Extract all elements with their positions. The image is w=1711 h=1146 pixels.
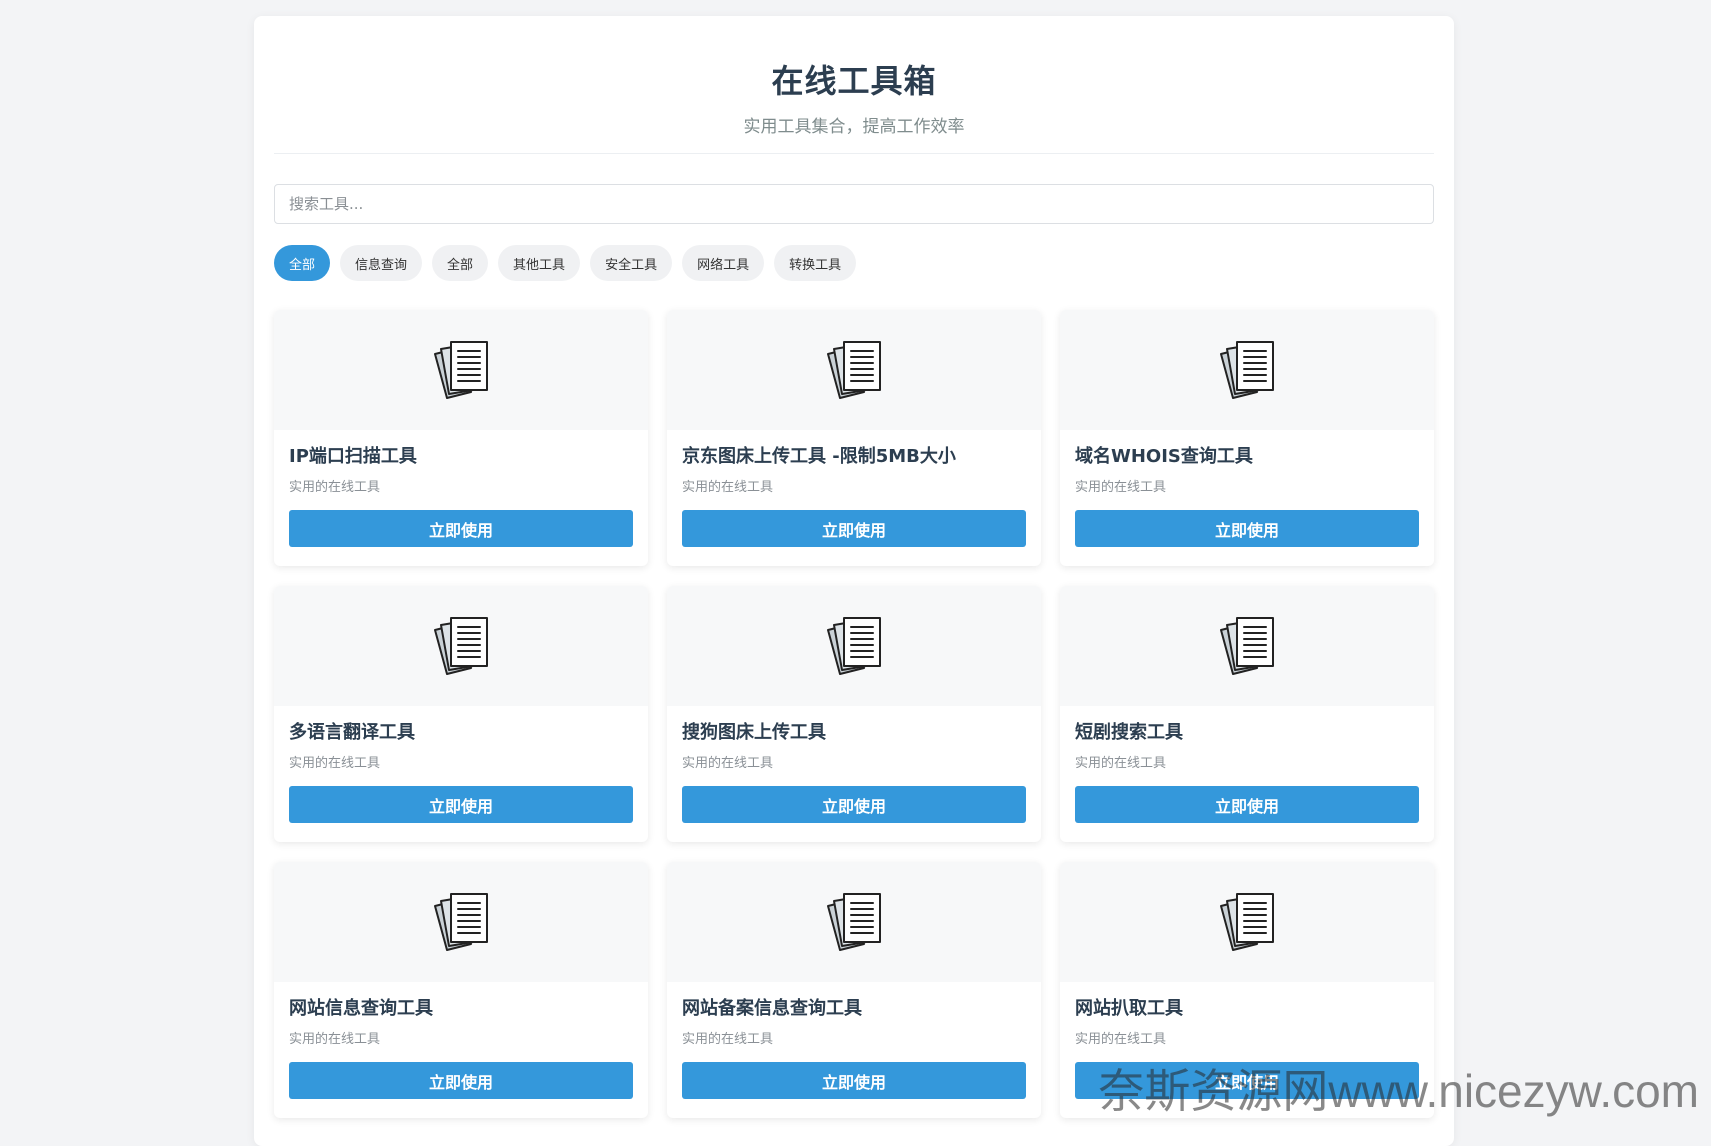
filter-chip[interactable]: 网络工具 bbox=[682, 245, 765, 281]
tool-card[interactable]: 网站信息查询工具 实用的在线工具 立即使用 bbox=[274, 862, 648, 1118]
use-tool-button[interactable]: 立即使用 bbox=[1075, 786, 1419, 823]
tool-icon-area bbox=[274, 862, 648, 982]
tool-icon-area bbox=[1060, 310, 1434, 430]
tool-icon-area bbox=[274, 310, 648, 430]
use-tool-button[interactable]: 立即使用 bbox=[289, 1062, 633, 1099]
tool-description: 实用的在线工具 bbox=[1075, 480, 1167, 495]
tool-card[interactable]: 网站备案信息查询工具 实用的在线工具 立即使用 bbox=[667, 862, 1041, 1118]
documents-icon bbox=[1220, 893, 1274, 951]
tool-description: 实用的在线工具 bbox=[1075, 1032, 1167, 1047]
tool-title: 网站扒取工具 bbox=[1075, 998, 1183, 1019]
tool-description: 实用的在线工具 bbox=[289, 480, 381, 495]
page-header: 在线工具箱 实用工具集合，提高工作效率 bbox=[274, 16, 1434, 154]
tool-title: 域名WHOIS查询工具 bbox=[1075, 446, 1253, 467]
tool-grid: IP端口扫描工具 实用的在线工具 立即使用 京东图床上传工具 -限制5MB大小 … bbox=[274, 310, 1434, 1118]
tool-icon-area bbox=[667, 310, 1041, 430]
tool-icon-area bbox=[1060, 862, 1434, 982]
documents-icon bbox=[827, 617, 881, 675]
tool-description: 实用的在线工具 bbox=[682, 480, 774, 495]
documents-icon bbox=[434, 617, 488, 675]
documents-icon bbox=[827, 341, 881, 399]
tool-description: 实用的在线工具 bbox=[289, 1032, 381, 1047]
tool-icon-area bbox=[667, 862, 1041, 982]
tool-description: 实用的在线工具 bbox=[682, 1032, 774, 1047]
filter-chip[interactable]: 安全工具 bbox=[590, 245, 673, 281]
tool-title: 多语言翻译工具 bbox=[289, 722, 415, 743]
tool-title: IP端口扫描工具 bbox=[289, 446, 417, 467]
filter-chip[interactable]: 信息查询 bbox=[340, 245, 423, 281]
category-filters: 全部 信息查询 全部 其他工具 安全工具 网络工具 转换工具 bbox=[274, 245, 1434, 281]
page-title: 在线工具箱 bbox=[771, 62, 937, 100]
use-tool-button[interactable]: 立即使用 bbox=[682, 786, 1026, 823]
tool-card[interactable]: 多语言翻译工具 实用的在线工具 立即使用 bbox=[274, 586, 648, 842]
documents-icon bbox=[827, 893, 881, 951]
use-tool-button[interactable]: 立即使用 bbox=[682, 1062, 1026, 1099]
tool-title: 短剧搜索工具 bbox=[1075, 722, 1183, 743]
use-tool-button[interactable]: 立即使用 bbox=[1075, 510, 1419, 547]
tool-card[interactable]: 短剧搜索工具 实用的在线工具 立即使用 bbox=[1060, 586, 1434, 842]
filter-chip[interactable]: 其他工具 bbox=[498, 245, 581, 281]
tool-description: 实用的在线工具 bbox=[682, 756, 774, 771]
page-subtitle: 实用工具集合，提高工作效率 bbox=[743, 117, 965, 137]
tool-icon-area bbox=[1060, 586, 1434, 706]
filter-chip[interactable]: 全部 bbox=[432, 245, 489, 281]
use-tool-button[interactable]: 立即使用 bbox=[682, 510, 1026, 547]
tool-card[interactable]: 域名WHOIS查询工具 实用的在线工具 立即使用 bbox=[1060, 310, 1434, 566]
tool-title: 网站备案信息查询工具 bbox=[682, 998, 862, 1019]
tool-icon-area bbox=[667, 586, 1041, 706]
documents-icon bbox=[1220, 341, 1274, 399]
use-tool-button[interactable]: 立即使用 bbox=[289, 510, 633, 547]
tool-title: 网站信息查询工具 bbox=[289, 998, 433, 1019]
tool-icon-area bbox=[274, 586, 648, 706]
tool-title: 搜狗图床上传工具 bbox=[682, 722, 826, 743]
tool-card[interactable]: 搜狗图床上传工具 实用的在线工具 立即使用 bbox=[667, 586, 1041, 842]
tool-description: 实用的在线工具 bbox=[289, 756, 381, 771]
filter-chip[interactable]: 全部 bbox=[274, 245, 331, 281]
tool-panel: 在线工具箱 实用工具集合，提高工作效率 全部信息查询全部其他工具安全工具网络工具… bbox=[254, 16, 1454, 1146]
tool-description: 实用的在线工具 bbox=[1075, 756, 1167, 771]
search-input[interactable] bbox=[274, 184, 1434, 224]
tool-card[interactable]: 京东图床上传工具 -限制5MB大小 实用的在线工具 立即使用 bbox=[667, 310, 1041, 566]
documents-icon bbox=[434, 893, 488, 951]
use-tool-button[interactable]: 立即使用 bbox=[289, 786, 633, 823]
watermark: 奈斯资源网www.nicezyw.com bbox=[1098, 1065, 1699, 1117]
tool-title: 京东图床上传工具 -限制5MB大小 bbox=[682, 446, 956, 467]
documents-icon bbox=[434, 341, 488, 399]
tool-card[interactable]: IP端口扫描工具 实用的在线工具 立即使用 bbox=[274, 310, 648, 566]
filter-chip[interactable]: 转换工具 bbox=[774, 245, 857, 281]
documents-icon bbox=[1220, 617, 1274, 675]
